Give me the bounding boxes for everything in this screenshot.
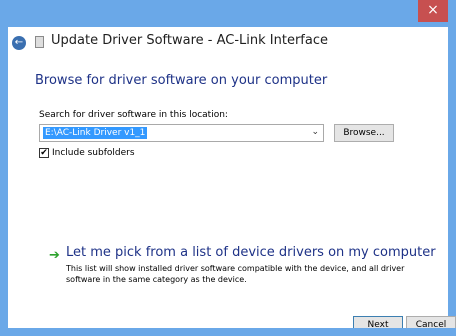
back-arrow-icon[interactable]: ← bbox=[12, 36, 26, 50]
device-icon bbox=[35, 36, 44, 48]
green-arrow-icon: ➔ bbox=[49, 248, 60, 263]
dialog-title: Update Driver Software - AC-Link Interfa… bbox=[51, 33, 328, 48]
search-location-combobox[interactable]: E:\AC-Link Driver v1_1 ⌄ bbox=[39, 124, 324, 142]
page-heading: Browse for driver software on your compu… bbox=[35, 73, 328, 88]
window-frame-right bbox=[448, 0, 456, 336]
pick-from-list-description: This list will show installed driver sof… bbox=[66, 264, 405, 284]
dialog-content: ← Update Driver Software - AC-Link Inter… bbox=[8, 27, 456, 334]
search-location-value[interactable]: E:\AC-Link Driver v1_1 bbox=[43, 127, 148, 139]
include-subfolders-label[interactable]: Include subfolders bbox=[52, 148, 135, 158]
browse-button[interactable]: Browse... bbox=[334, 124, 394, 142]
pick-from-list-link[interactable]: Let me pick from a list of device driver… bbox=[66, 245, 436, 260]
window-frame-bottom bbox=[0, 328, 456, 336]
search-location-label: Search for driver software in this locat… bbox=[39, 110, 228, 120]
window-frame-left bbox=[0, 0, 8, 336]
chevron-down-icon[interactable]: ⌄ bbox=[311, 127, 319, 137]
include-subfolders-checkbox[interactable]: ✔ bbox=[39, 148, 49, 158]
close-button[interactable]: × bbox=[418, 0, 448, 22]
window-titlebar[interactable] bbox=[0, 0, 456, 27]
dialog-header: ← Update Driver Software - AC-Link Inter… bbox=[8, 27, 448, 61]
